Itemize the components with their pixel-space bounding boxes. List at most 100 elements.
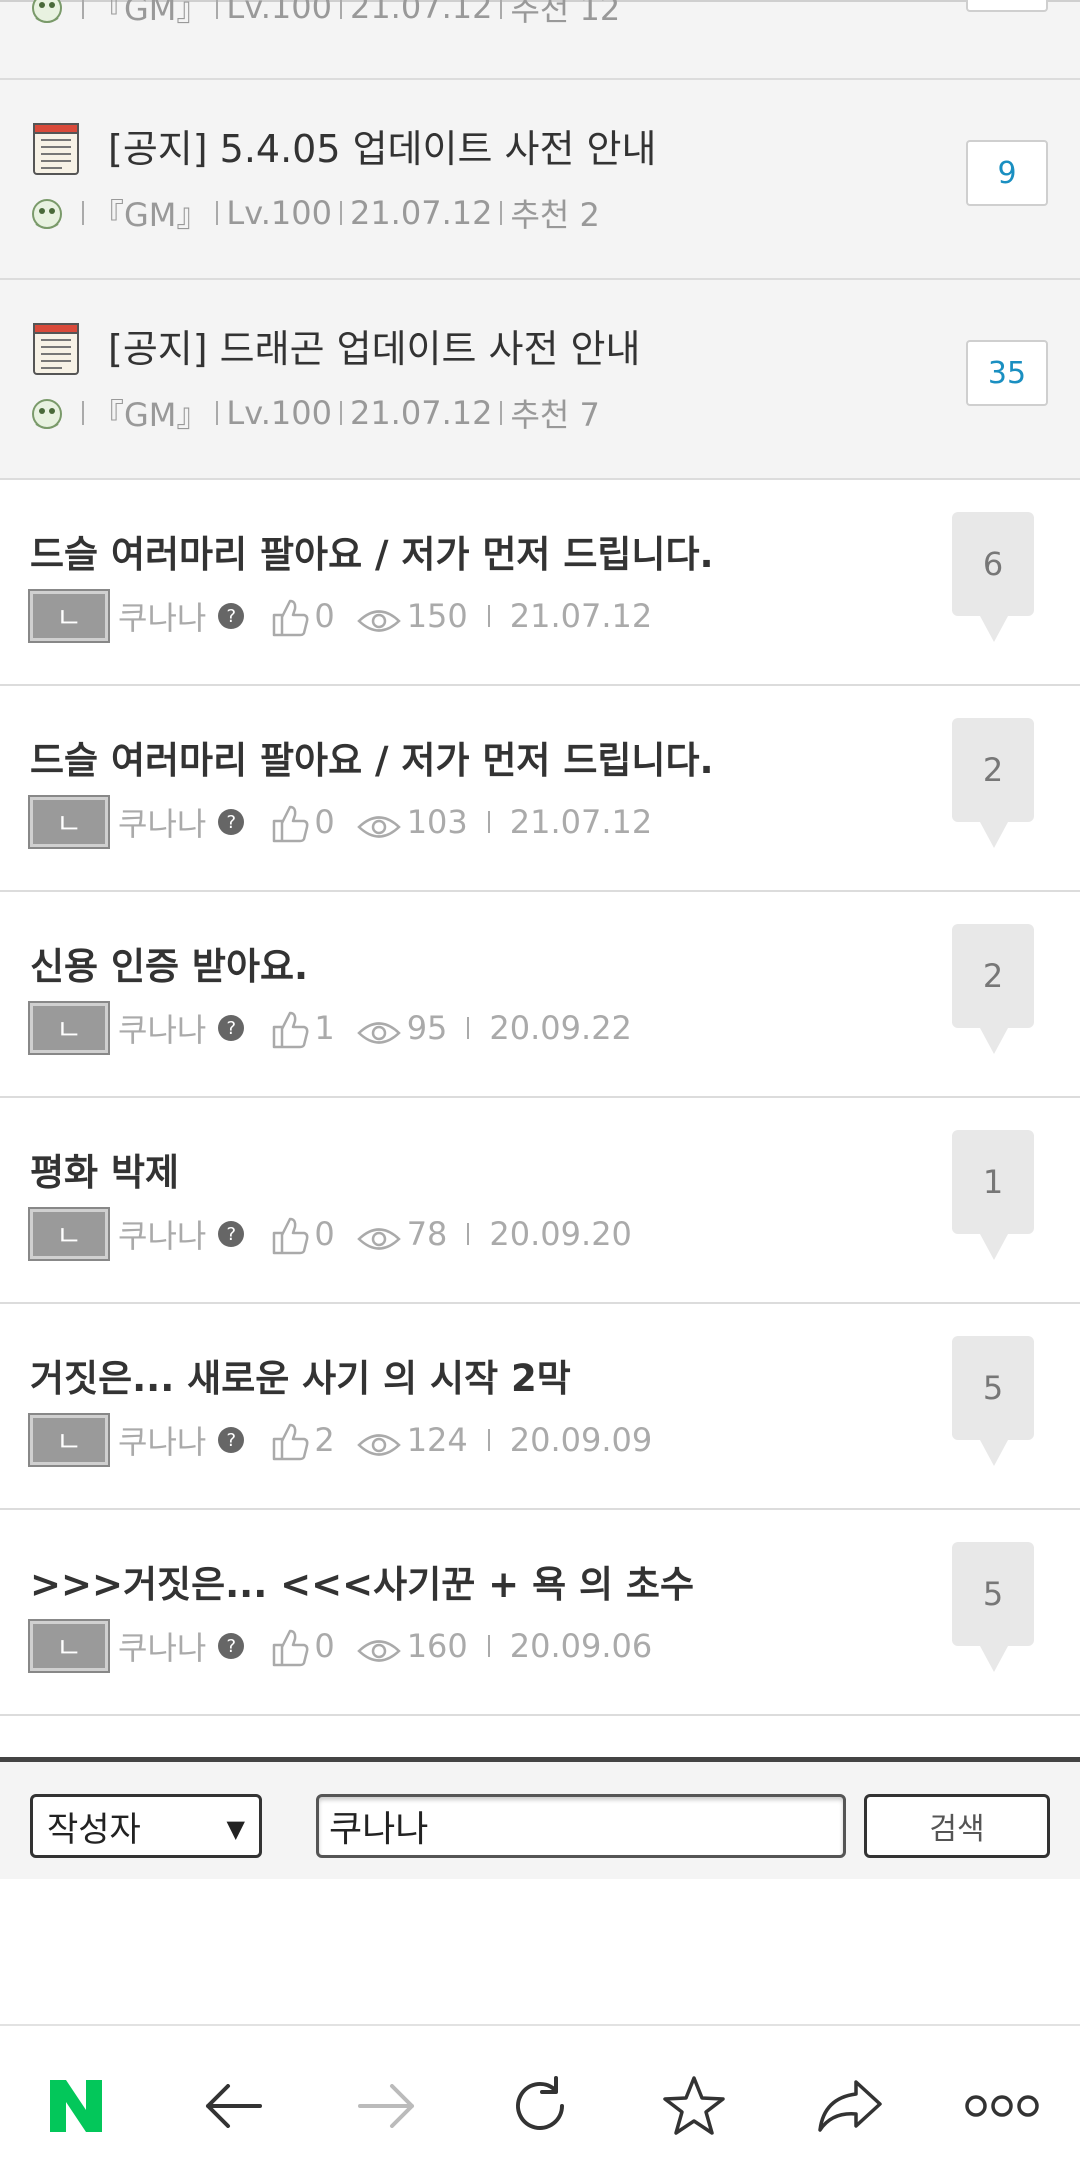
member-info-icon: ? xyxy=(218,809,245,835)
comment-count-bubble[interactable]: 5 xyxy=(952,1542,1034,1672)
level-badge: ㄴ xyxy=(28,1619,110,1673)
notice-row-partial[interactable]: 『GM』 Lv.100 21.07.12 추천 12 xyxy=(0,0,1080,80)
post-meta: ㄴ 쿠나나 ? 0 160 20.09.06 xyxy=(28,1619,653,1673)
post-row[interactable]: 드슬 여러마리 팔아요 / 저가 먼저 드립니다. ㄴ 쿠나나 ? 0 150 … xyxy=(0,480,1080,686)
post-title[interactable]: 거짓은... 새로운 사기 의 시작 2막 xyxy=(30,1348,571,1402)
post-title[interactable]: >>>거짓은... <<<사기꾼 + 욕 의 초수 xyxy=(30,1554,694,1608)
post-author[interactable]: 쿠나나 xyxy=(118,799,206,845)
naver-logo-icon[interactable] xyxy=(36,2066,116,2146)
comment-count-bubble[interactable]: 2 xyxy=(952,924,1034,1054)
post-author[interactable]: 쿠나나 xyxy=(118,1623,206,1669)
meta-separator xyxy=(339,401,342,425)
post-date: 21.07.12 xyxy=(509,803,653,841)
notice-document-icon xyxy=(33,123,79,175)
notice-comment-count[interactable]: 9 xyxy=(966,140,1048,206)
thumbs-up-icon xyxy=(273,805,309,843)
dropdown-arrow-icon: ▼ xyxy=(226,1815,245,1843)
member-info-icon: ? xyxy=(218,1633,245,1659)
meta-separator xyxy=(500,201,503,225)
search-bar: 작성자 ▼ 쿠나나 검색 xyxy=(0,1757,1080,1879)
notice-level: Lv.100 xyxy=(226,0,332,26)
meta-separator xyxy=(216,0,219,19)
notice-title[interactable]: [공지] 5.4.05 업데이트 사전 안내 xyxy=(108,118,656,173)
share-icon[interactable] xyxy=(810,2066,890,2146)
meta-separator xyxy=(487,811,490,833)
notice-document-icon xyxy=(33,323,79,375)
notice-date: 21.07.12 xyxy=(349,394,493,432)
post-title[interactable]: 신용 인증 받아요. xyxy=(30,936,308,990)
member-info-icon: ? xyxy=(218,1015,245,1041)
post-row[interactable]: 드슬 여러마리 팔아요 / 저가 먼저 드립니다. ㄴ 쿠나나 ? 0 103 … xyxy=(0,686,1080,892)
eye-icon xyxy=(357,1434,400,1456)
post-date: 20.09.22 xyxy=(489,1009,632,1047)
post-author[interactable]: 쿠나나 xyxy=(118,1005,206,1051)
post-title[interactable]: 드슬 여러마리 팔아요 / 저가 먼저 드립니다. xyxy=(30,524,714,578)
forward-arrow-icon[interactable] xyxy=(346,2066,426,2146)
comment-count-bubble[interactable]: 2 xyxy=(952,718,1034,848)
post-row[interactable]: >>>거짓은... <<<사기꾼 + 욕 의 초수 ㄴ 쿠나나 ? 0 160 … xyxy=(0,1510,1080,1716)
notice-meta: 『GM』 Lv.100 21.07.12 추천 12 xyxy=(28,0,620,30)
post-date: 20.09.06 xyxy=(509,1627,653,1665)
notice-meta: 『GM』 Lv.100 21.07.12 추천 7 xyxy=(28,390,600,436)
meta-separator xyxy=(82,401,84,425)
notice-recommend: 추천 12 xyxy=(510,0,621,28)
gm-avatar-icon xyxy=(32,199,62,229)
bookmark-star-icon[interactable] xyxy=(654,2066,734,2146)
notice-row[interactable]: [공지] 드래곤 업데이트 사전 안내 『GM』 Lv.100 21.07.12… xyxy=(0,280,1080,480)
post-author[interactable]: 쿠나나 xyxy=(118,593,206,639)
notice-comment-count[interactable]: 35 xyxy=(966,340,1048,406)
level-badge: ㄴ xyxy=(28,1001,110,1055)
member-info-icon: ? xyxy=(218,1427,245,1453)
notice-recommend: 추천 7 xyxy=(510,396,600,434)
page-bottom-space xyxy=(0,1879,1080,2024)
comment-count-bubble[interactable]: 5 xyxy=(952,1336,1034,1466)
post-meta: ㄴ 쿠나나 ? 0 150 21.07.12 xyxy=(28,589,653,643)
notice-author: 『GM』 xyxy=(92,196,209,234)
post-date: 20.09.20 xyxy=(489,1215,632,1253)
like-count: 0 xyxy=(314,1627,335,1665)
post-date: 21.07.12 xyxy=(509,597,653,635)
post-row[interactable]: 평화 박제 ㄴ 쿠나나 ? 0 78 20.09.20 1 xyxy=(0,1098,1080,1304)
post-row[interactable]: 거짓은... 새로운 사기 의 시작 2막 ㄴ 쿠나나 ? 2 124 20.0… xyxy=(0,1304,1080,1510)
search-filter-value: 작성자 xyxy=(47,1809,141,1850)
post-author[interactable]: 쿠나나 xyxy=(118,1417,206,1463)
notice-level: Lv.100 xyxy=(226,194,332,232)
search-input[interactable]: 쿠나나 xyxy=(316,1794,846,1858)
view-count: 160 xyxy=(406,1627,468,1665)
notice-date: 21.07.12 xyxy=(349,0,493,26)
notice-comment-count[interactable] xyxy=(966,0,1048,12)
notice-date: 21.07.12 xyxy=(349,194,493,232)
meta-separator xyxy=(487,1635,490,1657)
post-row[interactable]: 신용 인증 받아요. ㄴ 쿠나나 ? 1 95 20.09.22 2 xyxy=(0,892,1080,1098)
eye-icon xyxy=(357,1022,400,1044)
notice-row[interactable]: [공지] 5.4.05 업데이트 사전 안내 『GM』 Lv.100 21.07… xyxy=(0,80,1080,280)
level-badge: ㄴ xyxy=(28,589,110,643)
comment-count-bubble[interactable]: 6 xyxy=(952,512,1034,642)
back-arrow-icon[interactable] xyxy=(194,2066,274,2146)
like-count: 1 xyxy=(314,1009,335,1047)
view-count: 95 xyxy=(406,1009,448,1047)
post-title[interactable]: 드슬 여러마리 팔아요 / 저가 먼저 드립니다. xyxy=(30,730,714,784)
comment-count-bubble[interactable]: 1 xyxy=(952,1130,1034,1260)
search-button[interactable]: 검색 xyxy=(864,1794,1050,1858)
meta-separator xyxy=(216,401,219,425)
gm-avatar-icon xyxy=(32,399,62,429)
notice-meta: 『GM』 Lv.100 21.07.12 추천 2 xyxy=(28,190,600,236)
more-icon[interactable] xyxy=(962,2066,1042,2146)
reload-icon[interactable] xyxy=(500,2066,580,2146)
meta-separator xyxy=(82,0,84,19)
meta-separator xyxy=(487,605,490,627)
like-count: 0 xyxy=(314,1215,335,1253)
search-filter-select[interactable]: 작성자 ▼ xyxy=(30,1794,262,1858)
notice-title[interactable]: [공지] 드래곤 업데이트 사전 안내 xyxy=(108,318,640,373)
post-author[interactable]: 쿠나나 xyxy=(118,1211,206,1257)
level-badge: ㄴ xyxy=(28,1207,110,1261)
post-title[interactable]: 평화 박제 xyxy=(30,1142,179,1196)
view-count: 103 xyxy=(406,803,468,841)
meta-separator xyxy=(500,401,503,425)
thumbs-up-icon xyxy=(273,1629,309,1667)
thumbs-up-icon xyxy=(273,1217,309,1255)
gm-avatar-icon xyxy=(32,0,62,23)
post-meta: ㄴ 쿠나나 ? 0 103 21.07.12 xyxy=(28,795,653,849)
browser-toolbar xyxy=(0,2024,1080,2178)
